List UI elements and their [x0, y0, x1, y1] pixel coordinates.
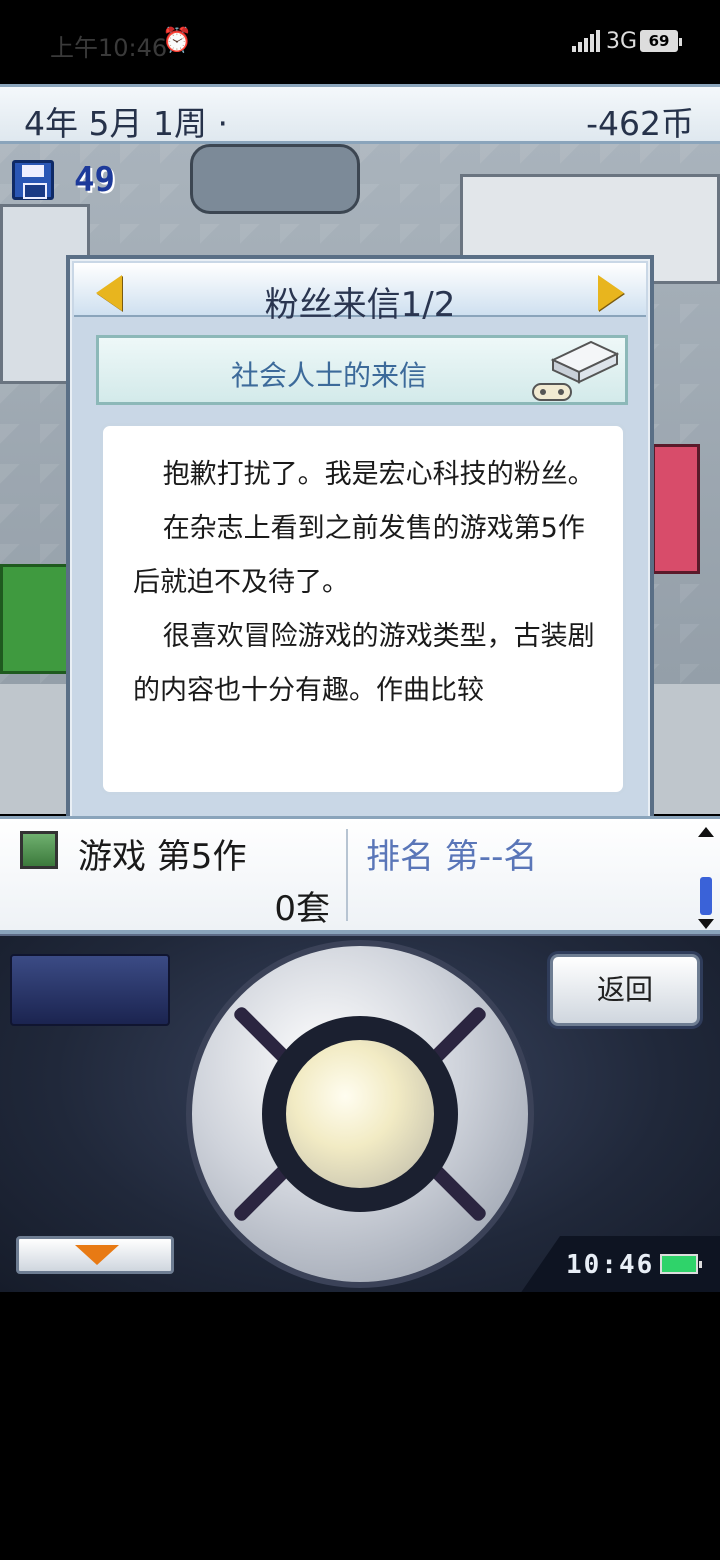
letter-body: 抱歉打扰了。我是宏心科技的粉丝。 在杂志上看到之前发售的游戏第5作后就迫不及待了… [100, 423, 626, 795]
game-top-bar: 4年 5月 1周 · -462币 [0, 84, 720, 144]
game-info-strip: 游戏 第5作 0套 排名 第--名 [0, 816, 720, 934]
bottom-blank-area [0, 1292, 720, 1560]
save-count: 49 [74, 160, 115, 200]
copies-sold: 0套 [274, 889, 330, 929]
scroll-down-icon[interactable] [698, 919, 714, 929]
confirm-button[interactable] [262, 1016, 458, 1212]
car [190, 144, 360, 214]
status-time: 上午10:46 [50, 34, 168, 62]
money-display: -462币 [586, 104, 694, 143]
letter-paragraph: 在杂志上看到之前发售的游戏第5作后就迫不及待了。 [133, 513, 585, 598]
network-type: 3G [606, 29, 638, 54]
save-icon[interactable] [12, 160, 54, 200]
dialog-title: 粉丝来信1/2 [264, 285, 456, 325]
menu-button[interactable] [10, 954, 170, 1026]
system-status-bar: 上午10:46 ⏰ 3G 69 [0, 0, 720, 84]
shop-sign [652, 444, 700, 574]
ranking: 排名 第--名 [366, 837, 538, 877]
hedge [0, 564, 70, 674]
back-button[interactable]: 返回 [550, 954, 700, 1026]
game-clock: 10:46 [520, 1236, 720, 1294]
alarm-icon: ⏰ [162, 26, 192, 54]
dialog-header: 粉丝来信1/2 [74, 263, 646, 325]
next-page-arrow-icon[interactable] [598, 275, 624, 311]
scroll-thumb[interactable] [700, 877, 712, 915]
letter-subject-bar: 社会人士的来信 [96, 335, 628, 405]
game-name: 游戏 第5作 [78, 837, 247, 877]
clock-time: 10:46 [566, 1250, 655, 1280]
battery-icon: 69 [640, 30, 682, 52]
scrollbar[interactable] [698, 827, 714, 929]
divider [346, 829, 348, 921]
scroll-down-button[interactable] [16, 1236, 174, 1274]
scroll-up-icon[interactable] [698, 827, 714, 837]
game-date: 4年 5月 1周 · [24, 104, 228, 143]
letter-subject: 社会人士的来信 [230, 359, 427, 392]
signal-icon [572, 30, 600, 52]
letter-paragraph: 很喜欢冒险游戏的游戏类型，古装剧的内容也十分有趣。作曲比较 [133, 621, 595, 706]
fan-letter-dialog: 粉丝来信1/2 社会人士的来信 抱歉打扰了。我是宏心科技的粉丝。 在杂志上看到之… [66, 255, 654, 822]
letter-paragraph: 抱歉打扰了。我是宏心科技的粉丝。 [162, 459, 595, 490]
battery-icon [660, 1254, 702, 1274]
controller-panel: 返回 10:46 [0, 934, 720, 1294]
game-console-icon [532, 340, 619, 401]
game-thumbnail-icon [20, 831, 58, 869]
